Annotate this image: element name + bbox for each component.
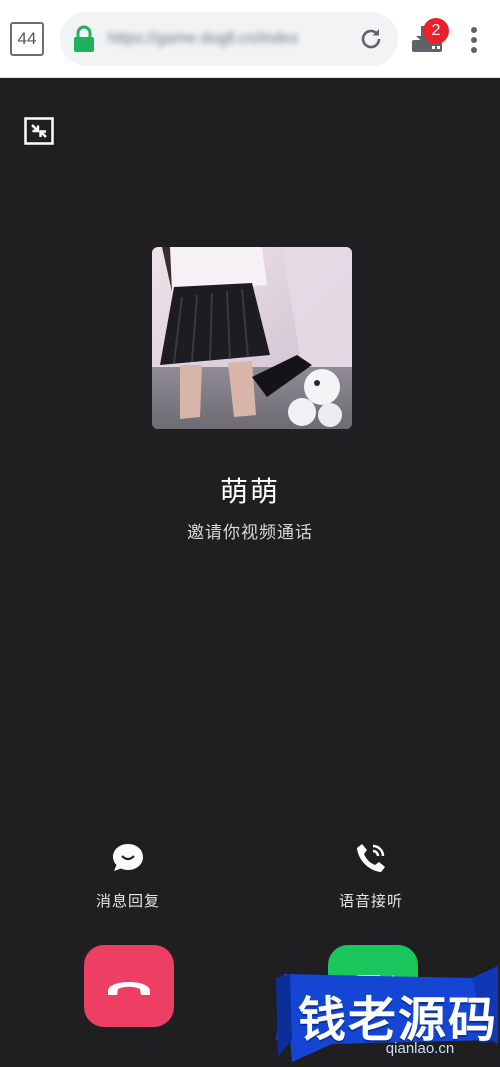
caller-avatar [152, 247, 352, 429]
hangup-button[interactable] [84, 945, 174, 1027]
download-count-badge: 2 [423, 18, 449, 44]
more-vert-icon[interactable] [466, 22, 482, 58]
chat-bubble-icon [113, 844, 143, 871]
hangup-icon [108, 982, 150, 995]
message-reply-button[interactable]: 消息回复 [63, 840, 193, 911]
voice-answer-label: 语音接听 [338, 892, 403, 910]
url-text: https://game.dogll.cn/index [108, 30, 299, 47]
phone-call-icon [357, 844, 385, 872]
watermark-domain: qianlao.cn [385, 1040, 455, 1057]
caller-name: 萌萌 [219, 475, 280, 508]
reload-icon[interactable] [358, 26, 384, 52]
message-reply-label: 消息回复 [95, 892, 160, 910]
minimize-icon[interactable] [24, 117, 54, 145]
call-status-text: 邀请你视频通话 [187, 523, 313, 543]
lock-icon [74, 25, 94, 52]
voice-answer-button[interactable]: 语音接听 [306, 840, 436, 911]
address-bar[interactable]: https://game.dogll.cn/index [60, 12, 398, 66]
tab-switcher-button[interactable]: 44 [10, 22, 44, 56]
browser-toolbar: 44 https://game.dogll.cn/index 2 [0, 0, 500, 78]
